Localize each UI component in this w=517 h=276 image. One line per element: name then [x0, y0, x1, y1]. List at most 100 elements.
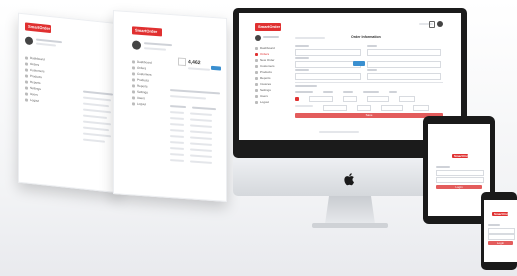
menu-icon: [25, 85, 28, 90]
user-role-line: [144, 47, 166, 51]
brand-logo: SmartOrder: [25, 22, 51, 34]
sidebar-item-label: Users: [30, 91, 38, 97]
remove-icon[interactable]: [295, 97, 299, 101]
sidebar-item-label: New Order: [260, 58, 275, 62]
brand-logo: SmartOrder: [255, 23, 281, 31]
avatar[interactable]: [437, 21, 443, 27]
sidebar-item-label: Logout: [137, 101, 147, 107]
table-row[interactable]: [295, 105, 443, 111]
menu-icon: [132, 89, 135, 94]
sidebar-item-label: Invoices: [260, 82, 272, 86]
table-row[interactable]: [170, 123, 222, 129]
bell-icon[interactable]: [429, 21, 435, 28]
menu-icon: [255, 52, 258, 56]
menu-icon: [25, 79, 28, 84]
sidebar-item-label: Dashboard: [260, 46, 275, 50]
lookup-button[interactable]: [353, 61, 365, 66]
sidebar-menu: Dashboard Orders Customers Products Repo…: [25, 54, 65, 106]
laptop-screen-left: SmartOrder Dashboard Orders Customers Pr…: [18, 12, 120, 194]
password-field[interactable]: [436, 177, 484, 183]
laptop-screen-center: SmartOrder Dashboard Orders Customers Pr…: [113, 10, 227, 202]
menu-icon: [25, 91, 28, 96]
menu-icon: [255, 76, 258, 80]
table-row[interactable]: [83, 114, 107, 119]
avatar: [132, 40, 141, 50]
data-table: [170, 105, 222, 169]
sidebar-item-label: Reports: [137, 83, 148, 89]
field-label: [436, 166, 450, 168]
sidebar-item-label: Settings: [137, 89, 148, 95]
table-row[interactable]: [170, 153, 222, 159]
sidebar-item-label: Products: [260, 70, 272, 74]
text-field[interactable]: [295, 73, 361, 80]
login-button[interactable]: Login: [436, 185, 482, 189]
table-row[interactable]: [170, 141, 222, 147]
sidebar-item-label: Orders: [30, 61, 40, 67]
field-label: [295, 45, 309, 47]
field-label: [367, 45, 377, 47]
imac-stand: [325, 196, 375, 224]
table-row[interactable]: [170, 117, 222, 123]
password-field[interactable]: [488, 234, 515, 240]
menu-icon: [132, 77, 135, 82]
sidebar-item-label: Reports: [260, 76, 271, 80]
menu-icon: [255, 46, 258, 50]
table-row[interactable]: [83, 120, 111, 126]
field-label: [367, 69, 377, 71]
divider: [295, 82, 443, 83]
table-row[interactable]: [170, 147, 222, 153]
sidebar-item-label: Products: [137, 77, 149, 83]
sidebar-menu: Dashboard Orders Customers Products Repo…: [132, 58, 172, 109]
sidebar-menu: Dashboard Orders New Order Customers Pro…: [255, 45, 289, 105]
menu-icon: [25, 55, 28, 60]
table-tabs[interactable]: [170, 95, 206, 100]
text-field[interactable]: [367, 73, 441, 80]
table-row[interactable]: [83, 108, 111, 114]
menu-icon: [255, 70, 258, 74]
menu-icon: [25, 67, 28, 72]
menu-icon: [132, 71, 135, 76]
table-row[interactable]: [83, 96, 111, 102]
table-header-cell: [192, 106, 216, 111]
table-row[interactable]: [170, 135, 222, 141]
menu-icon: [255, 58, 258, 62]
menu-icon: [255, 82, 258, 86]
subsection-title: [295, 85, 317, 87]
table-row[interactable]: [295, 96, 443, 102]
sidebar-item-label: Orders: [260, 52, 270, 56]
action-button[interactable]: [211, 65, 221, 71]
text-field[interactable]: [295, 49, 361, 56]
sidebar-item[interactable]: Logout: [255, 99, 289, 105]
user-role-line: [36, 42, 56, 47]
save-button[interactable]: Save: [295, 113, 443, 118]
brand-logo: SmartOrder: [452, 154, 468, 158]
table-row[interactable]: [83, 126, 109, 132]
sidebar-item-label: Orders: [137, 65, 147, 71]
table-row[interactable]: [83, 102, 109, 108]
sidebar-item-label: Customers: [260, 64, 275, 68]
table-row[interactable]: [170, 111, 222, 117]
menu-icon: [25, 73, 28, 78]
table-row[interactable]: [83, 138, 105, 143]
menu-icon: [25, 61, 28, 66]
username-field[interactable]: [436, 170, 484, 176]
menu-icon: [132, 101, 135, 106]
form-label: [295, 37, 325, 39]
table-row[interactable]: [170, 159, 222, 165]
stat-icon: [178, 57, 186, 67]
field-label: [295, 69, 309, 71]
table-panel: [83, 90, 115, 173]
sidebar-item-label: Logout: [260, 100, 270, 104]
text-field[interactable]: [367, 49, 441, 56]
menu-icon: [255, 64, 258, 68]
field-label: [295, 57, 309, 59]
login-button[interactable]: Login: [488, 241, 513, 245]
field-label: [488, 224, 500, 226]
text-field[interactable]: [295, 61, 361, 68]
table-row[interactable]: [170, 129, 222, 135]
text-field[interactable]: [367, 61, 441, 68]
table-row[interactable]: [83, 132, 111, 138]
items-table: [295, 91, 443, 114]
user-name-line: [263, 36, 279, 38]
menu-icon: [132, 59, 135, 64]
